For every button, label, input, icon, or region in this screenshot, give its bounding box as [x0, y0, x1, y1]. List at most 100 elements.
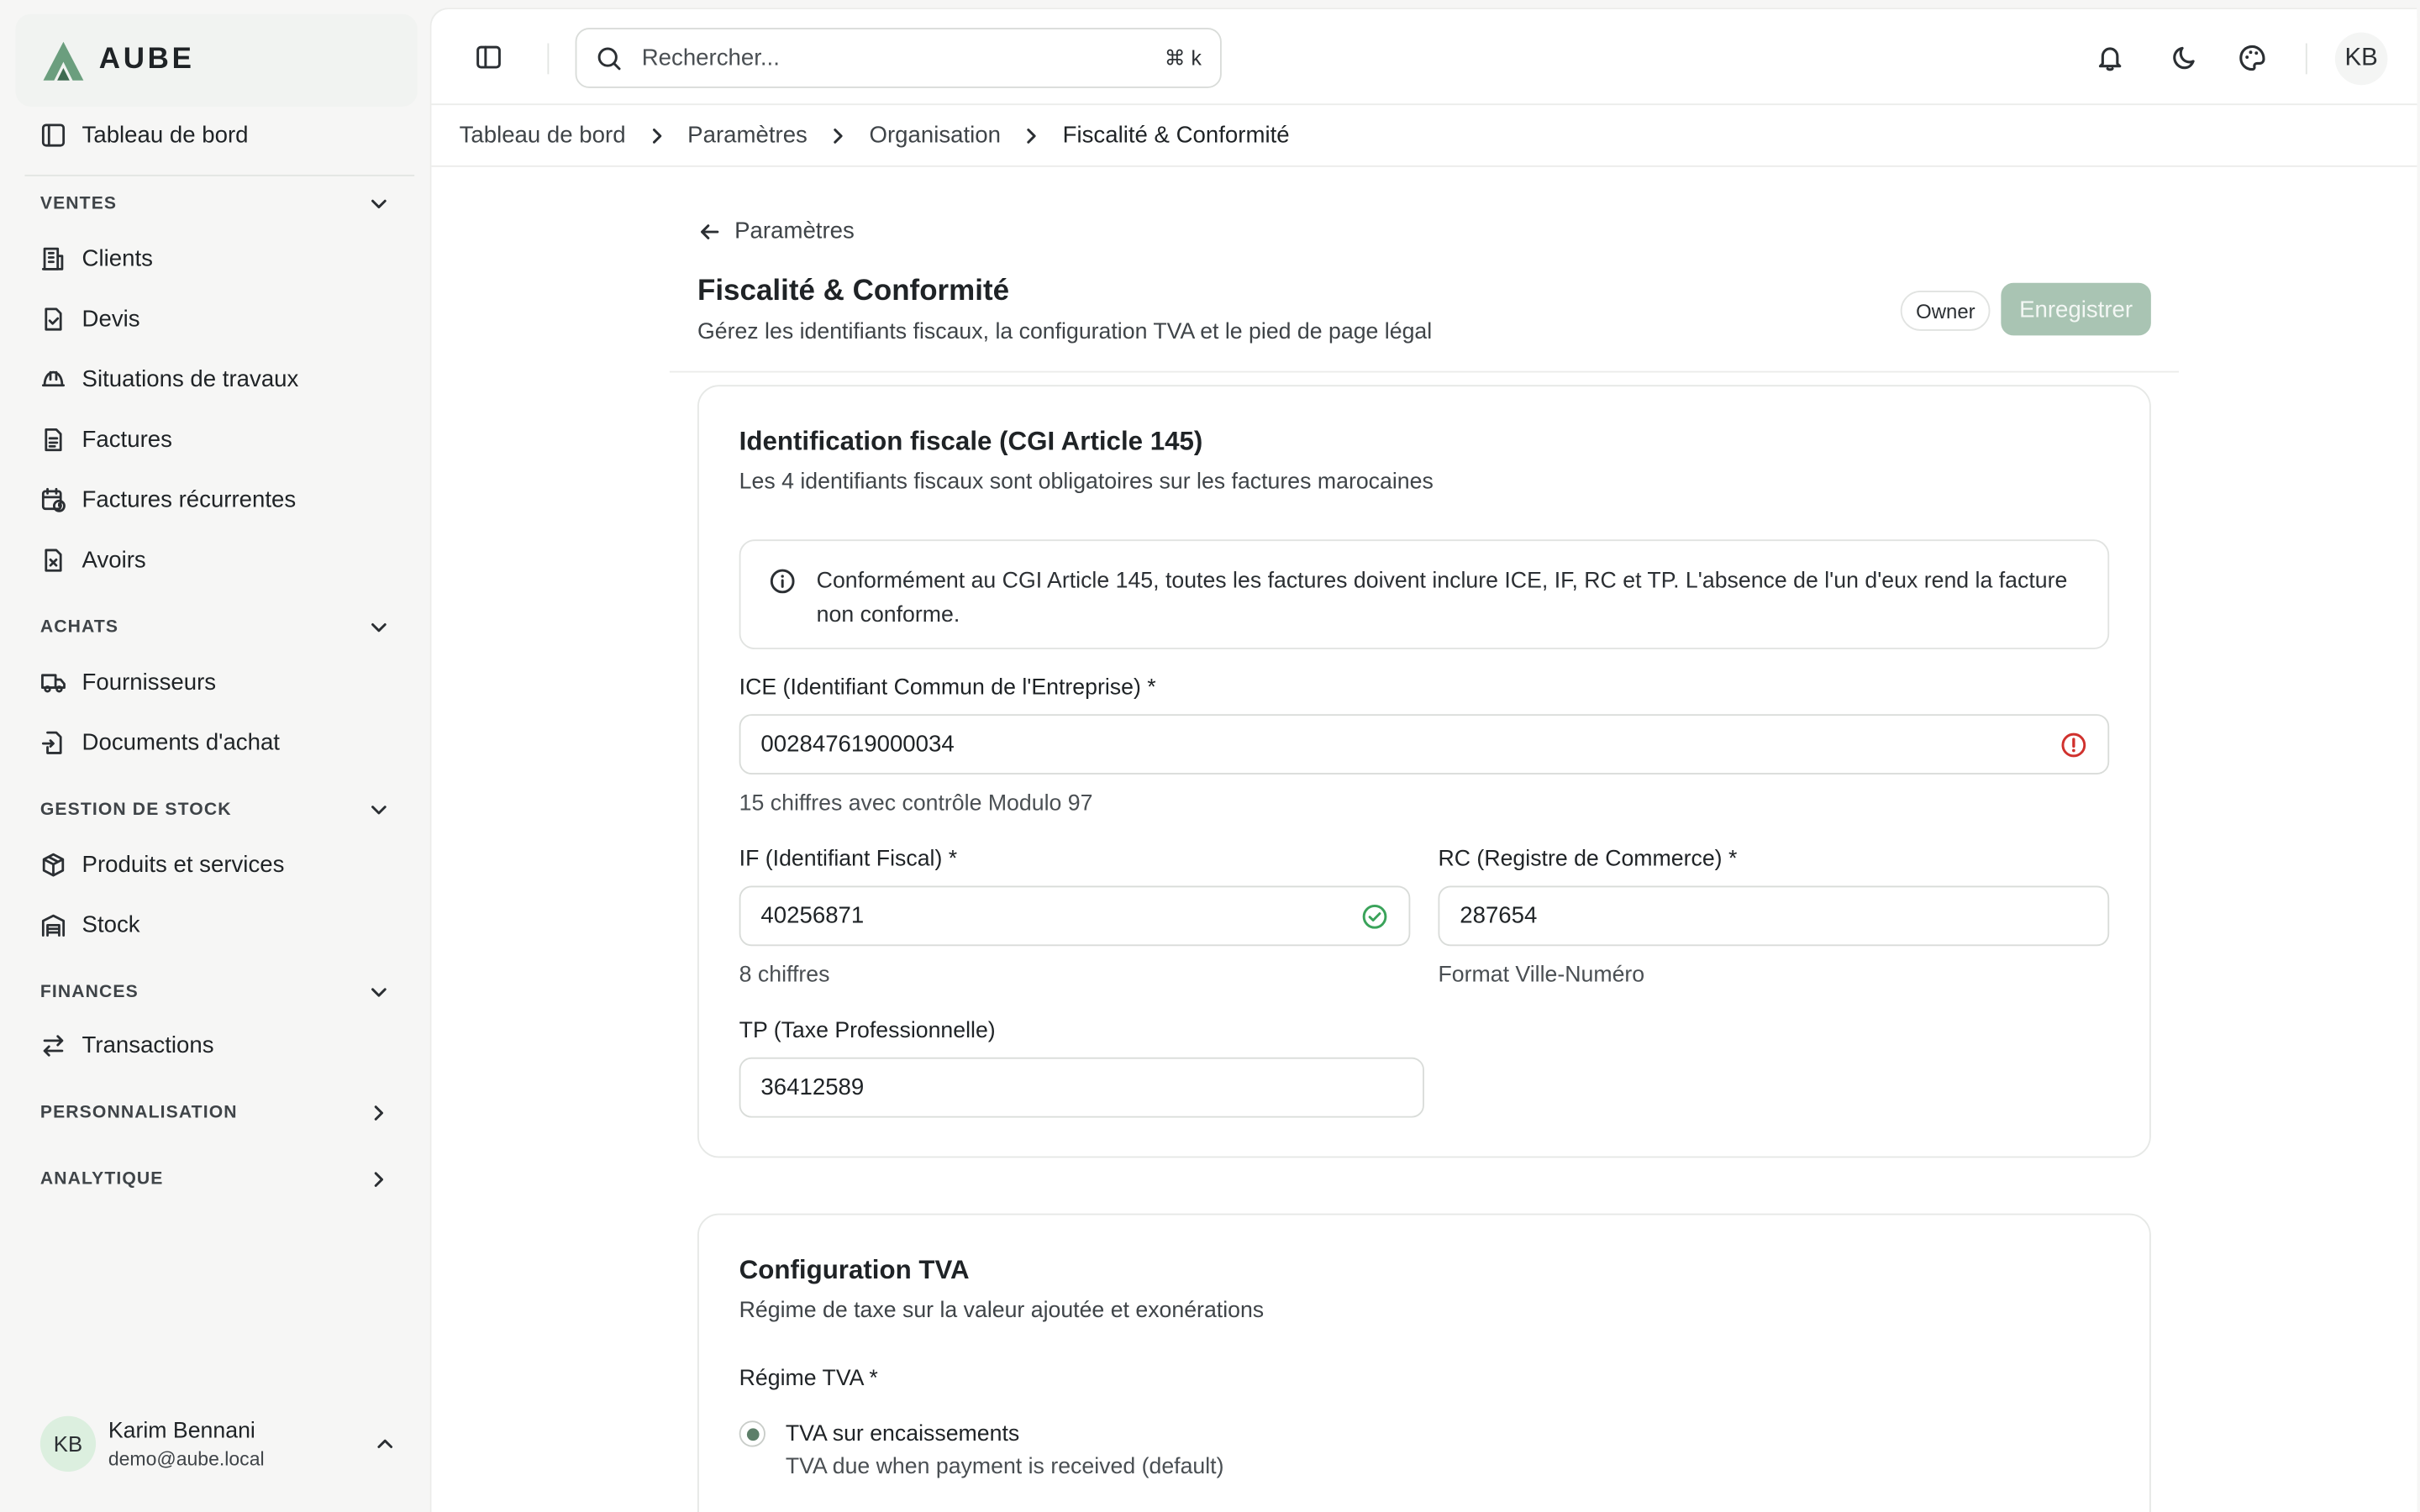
chevron-down-icon: [371, 806, 387, 815]
arrows-exchange-icon: [43, 1034, 64, 1056]
sidebar-item-documents-achat[interactable]: Documents d'achat: [40, 725, 280, 759]
palette-icon: [2239, 45, 2265, 71]
compliance-alert: Conformément au CGI Article 145, toutes …: [739, 539, 2110, 649]
page-title: Fiscalité & Conformité: [697, 275, 1010, 308]
sidebar-item-transactions[interactable]: Transactions: [40, 1028, 214, 1062]
card-subtitle: Régime de taxe sur la valeur ajoutée et …: [739, 1298, 1265, 1324]
breadcrumb-item-dashboard[interactable]: Tableau de bord: [460, 122, 626, 148]
back-label: Paramètres: [734, 218, 855, 244]
palette-button[interactable]: [2238, 44, 2267, 73]
sidebar-item-label: Situations de travaux: [82, 365, 299, 392]
section-label: GESTION DE STOCK: [39, 801, 232, 820]
section-achats[interactable]: ACHATS: [40, 617, 390, 638]
sidebar-item-label: Fournisseurs: [82, 668, 217, 696]
breadcrumb-item-organisation[interactable]: Organisation: [869, 122, 1001, 148]
section-analytique[interactable]: ANALYTIQUE: [40, 1168, 390, 1190]
rc-field[interactable]: 287654: [1438, 885, 2110, 947]
sidebar-item-label: Tableau de bord: [82, 121, 249, 148]
save-button[interactable]: Enregistrer: [2001, 282, 2151, 336]
if-field[interactable]: 40256871: [739, 885, 1411, 947]
dashboard-icon: [41, 123, 66, 146]
card-subtitle: Les 4 identifiants fiscaux sont obligato…: [739, 470, 1434, 495]
sidebar-item-situations[interactable]: Situations de travaux: [40, 362, 299, 396]
brand-name: AUBE: [98, 43, 195, 76]
section-label: ACHATS: [39, 618, 119, 638]
chevron-right-icon: [652, 128, 661, 143]
tp-value: 36412589: [760, 1074, 865, 1101]
chevron-down-icon: [371, 623, 387, 633]
chevron-right-icon: [374, 1172, 384, 1187]
sidebar-item-label: Produits et services: [82, 851, 285, 878]
panel-left-icon: [476, 45, 501, 69]
ice-hint: 15 chiffres avec contrôle Modulo 97: [739, 791, 1093, 816]
sidebar-item-label: Stock: [82, 911, 140, 938]
back-link[interactable]: Paramètres: [697, 218, 855, 244]
section-personnalisation[interactable]: PERSONNALISATION: [40, 1102, 390, 1124]
package-icon: [42, 852, 65, 876]
sidebar-item-label: Clients: [82, 244, 153, 271]
chevron-up-icon: [377, 1439, 393, 1448]
section-finances[interactable]: FINANCES: [40, 982, 390, 1004]
breadcrumb-item-parametres[interactable]: Paramètres: [687, 122, 808, 148]
notifications-button[interactable]: [2096, 44, 2125, 73]
card-title: Identification fiscale (CGI Article 145): [739, 426, 1203, 456]
search-placeholder: Rechercher...: [641, 45, 780, 71]
breadcrumb: Tableau de bord Paramètres Organisation …: [460, 122, 1290, 148]
tp-field[interactable]: 36412589: [739, 1057, 1424, 1118]
sidebar-item-factures[interactable]: Factures: [40, 422, 172, 455]
sidebar-item-stock[interactable]: Stock: [40, 907, 140, 941]
card-title: Configuration TVA: [739, 1255, 970, 1285]
if-hint: 8 chiffres: [739, 963, 830, 988]
rc-label: RC (Registre de Commerce) *: [1438, 847, 1738, 872]
chevron-down-icon: [371, 988, 387, 997]
ice-value: 002847619000034: [760, 731, 955, 758]
breadcrumb-item-current: Fiscalité & Conformité: [1062, 122, 1290, 149]
section-stock[interactable]: GESTION DE STOCK: [40, 799, 390, 821]
warehouse-icon: [41, 913, 66, 937]
section-label: ANALYTIQUE: [39, 1170, 164, 1189]
tva-option-label[interactable]: TVA sur encaissements: [786, 1422, 1019, 1446]
rc-hint: Format Ville-Numéro: [1438, 963, 1645, 988]
role-badge: Owner: [1900, 290, 1991, 331]
if-label: IF (Identifiant Fiscal) *: [739, 847, 958, 872]
section-label: PERSONNALISATION: [39, 1103, 238, 1123]
bell-icon: [2098, 47, 2122, 71]
aube-logo-icon: [43, 41, 84, 81]
if-value: 40256871: [760, 902, 865, 930]
user-menu[interactable]: KB Karim Bennani demo@aube.local: [39, 1415, 396, 1472]
avatar[interactable]: KB: [2334, 32, 2388, 86]
sidebar-item-avoirs[interactable]: Avoirs: [40, 543, 146, 576]
sidebar-item-fournisseurs[interactable]: Fournisseurs: [40, 664, 216, 698]
user-name: Karim Bennani: [108, 1418, 255, 1443]
file-text-icon: [45, 428, 62, 451]
section-label: FINANCES: [39, 983, 139, 1002]
fiscal-identification-card: Identification fiscale (CGI Article 145)…: [697, 385, 2151, 1158]
section-ventes[interactable]: VENTES: [40, 193, 390, 215]
section-label: VENTES: [39, 194, 118, 213]
theme-toggle-button[interactable]: [2170, 44, 2199, 73]
chevron-right-icon: [374, 1105, 384, 1121]
chevron-down-icon: [371, 199, 387, 209]
brand-logo[interactable]: AUBE: [40, 39, 195, 82]
search-input[interactable]: Rechercher... ⌘ k: [575, 28, 1222, 88]
chevron-right-icon: [1027, 128, 1036, 143]
sidebar-toggle-button[interactable]: [475, 44, 502, 71]
ice-field[interactable]: 002847619000034: [739, 714, 2110, 774]
search-icon: [597, 46, 621, 70]
avatar: KB: [39, 1415, 97, 1472]
sidebar-item-label: Factures récurrentes: [82, 486, 297, 513]
sidebar-item-dashboard[interactable]: Tableau de bord: [40, 118, 249, 151]
file-input-icon: [41, 730, 62, 753]
tva-encaissements-radio[interactable]: [739, 1420, 765, 1447]
sidebar-item-produits[interactable]: Produits et services: [40, 847, 285, 880]
sidebar-item-clients[interactable]: Clients: [40, 241, 153, 275]
info-icon: [770, 569, 795, 594]
user-email: demo@aube.local: [108, 1447, 265, 1470]
alert-circle-icon: [2061, 732, 2086, 757]
sidebar-item-devis[interactable]: Devis: [40, 302, 140, 335]
tp-label: TP (Taxe Professionnelle): [739, 1018, 996, 1044]
tva-option-description: TVA due when payment is received (defaul…: [785, 1454, 1224, 1480]
sidebar-item-label: Factures: [82, 426, 172, 453]
sidebar-item-factures-recurrentes[interactable]: Factures récurrentes: [40, 482, 296, 516]
sidebar-item-label: Transactions: [82, 1032, 214, 1058]
